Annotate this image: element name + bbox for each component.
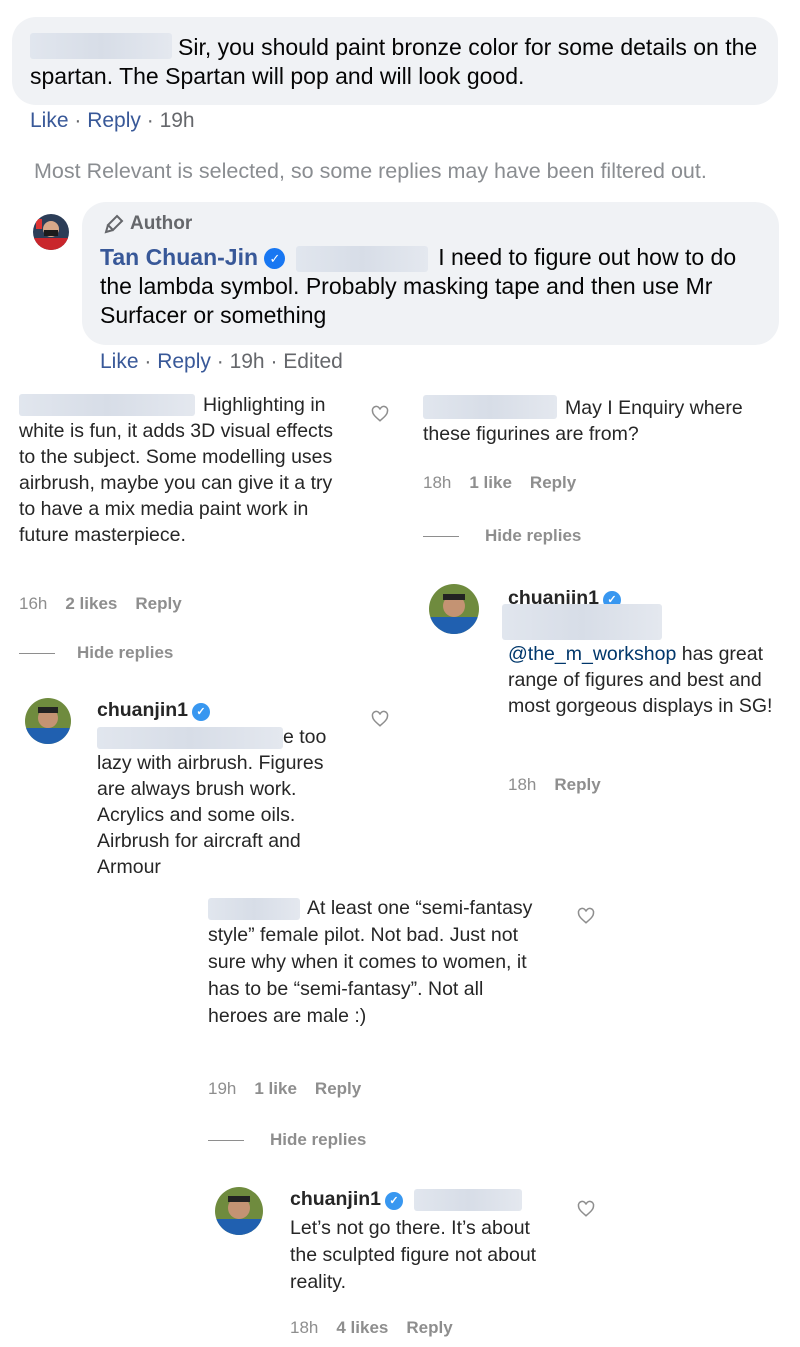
fb-author-reply-bubble: Author Tan Chuan-Jin ✓ I need to figure … — [82, 202, 779, 345]
redacted-mention — [502, 604, 662, 640]
redacted-mention — [97, 726, 283, 749]
separator: · — [270, 350, 284, 373]
reply-button[interactable]: Reply — [554, 775, 600, 795]
verified-badge-icon: ✓ — [264, 248, 286, 269]
avatar-photo-icon — [33, 214, 69, 250]
redacted-name — [295, 245, 428, 272]
ig-right-reply-meta: 18h Reply — [508, 775, 601, 795]
hide-replies-button[interactable]: Hide replies — [208, 1130, 366, 1150]
like-link[interactable]: Like — [100, 350, 139, 373]
redacted-name — [208, 898, 300, 920]
divider-line — [423, 535, 459, 537]
separator: · — [144, 350, 158, 373]
heart-icon[interactable] — [577, 907, 595, 925]
like-link[interactable]: Like — [30, 109, 69, 132]
ig-left-reply-text: lazy with airbrush. Figures are always b… — [97, 752, 324, 878]
reply-link[interactable]: Reply — [87, 109, 141, 132]
heart-icon[interactable] — [371, 405, 389, 423]
ig-bottom-reply-meta: 18h 4 likes Reply — [290, 1318, 453, 1338]
avatar-photo-icon — [429, 584, 479, 634]
avatar[interactable] — [33, 214, 69, 250]
avatar[interactable] — [215, 1187, 263, 1235]
comment-time: 19h — [159, 109, 195, 132]
ig-bottom-reply-text: Let’s not go there. It’s about the sculp… — [290, 1217, 537, 1293]
comment-time: 18h — [423, 473, 452, 492]
ig-bottom-comment-meta: 19h 1 like Reply — [208, 1079, 361, 1099]
likes-count[interactable]: 2 likes — [65, 594, 117, 614]
hide-replies-button[interactable]: Hide replies — [19, 643, 173, 663]
comment-time: 18h — [508, 775, 537, 794]
ig-left-comment-meta: 16h 2 likes Reply — [19, 594, 182, 614]
username[interactable]: chuanjin1 — [97, 699, 188, 721]
reply-button[interactable]: Reply — [406, 1318, 452, 1338]
separator: · — [74, 109, 88, 132]
fb-author-reply-body: Tan Chuan-Jin ✓ I need to figure out how… — [100, 243, 760, 330]
fb-top-comment-bubble: Sir, you should paint bronze color for s… — [12, 17, 778, 105]
avatar[interactable] — [25, 698, 71, 744]
reply-button[interactable]: Reply — [135, 594, 181, 614]
ig-bottom-reply-user[interactable]: chuanjin1 ✓ — [290, 1188, 523, 1211]
verified-badge-icon: ✓ — [385, 1191, 404, 1210]
avatar-photo-icon — [25, 698, 71, 744]
ig-right-reply-body: @the_m_workshop has great range of figur… — [508, 641, 783, 719]
divider-line — [208, 1139, 244, 1141]
divider-line — [19, 652, 55, 654]
comment-time: 19h — [208, 1079, 237, 1098]
separator: · — [146, 109, 160, 132]
microphone-icon — [104, 214, 124, 234]
commenter-name[interactable]: Tan Chuan-Jin — [100, 244, 258, 270]
ig-left-comment-body: Highlighting in white is fun, it adds 3D… — [19, 392, 349, 548]
likes-count[interactable]: 4 likes — [336, 1318, 388, 1338]
ig-left-reply-text-end: e too — [283, 726, 327, 748]
fb-top-comment-body: Sir, you should paint bronze color for s… — [30, 33, 760, 91]
ig-left-reply-user[interactable]: chuanjin1 ✓ — [97, 699, 211, 722]
separator: · — [216, 350, 230, 373]
likes-count[interactable]: 1 like — [254, 1079, 297, 1099]
likes-count[interactable]: 1 like — [469, 473, 512, 493]
hide-replies-button[interactable]: Hide replies — [423, 526, 581, 546]
comment-time: 16h — [19, 594, 48, 613]
heart-icon[interactable] — [577, 1200, 595, 1218]
comment-time: 19h — [229, 350, 265, 373]
avatar-photo-icon — [215, 1187, 263, 1235]
hide-replies-label: Hide replies — [485, 526, 582, 545]
redacted-mention — [414, 1188, 523, 1211]
mention-link[interactable]: @the_m_workshop — [508, 643, 676, 665]
reply-button[interactable]: Reply — [315, 1079, 361, 1099]
redacted-name — [30, 33, 172, 59]
ig-left-reply-first-line: e too — [97, 724, 326, 750]
author-badge: Author — [104, 213, 192, 235]
ig-right-comment-meta: 18h 1 like Reply — [423, 473, 576, 493]
ig-bottom-comment-body: At least one “semi-fantasy style” female… — [208, 895, 548, 1030]
reply-button[interactable]: Reply — [530, 473, 576, 493]
avatar[interactable] — [429, 584, 479, 634]
heart-icon[interactable] — [371, 710, 389, 728]
ig-right-comment-body: May I Enquiry where these figurines are … — [423, 395, 783, 447]
redacted-name — [423, 395, 557, 419]
edited-label: Edited — [283, 350, 343, 373]
comment-time: 18h — [290, 1318, 319, 1337]
hide-replies-label: Hide replies — [270, 1130, 367, 1149]
reply-link[interactable]: Reply — [157, 350, 211, 373]
hide-replies-label: Hide replies — [77, 643, 174, 662]
author-badge-label: Author — [130, 213, 193, 234]
fb-author-reply-actions: Like · Reply · 19h · Edited — [100, 350, 343, 374]
username[interactable]: chuanjin1 — [290, 1188, 381, 1210]
redacted-name — [19, 394, 195, 416]
verified-badge-icon: ✓ — [192, 702, 211, 721]
ig-left-comment-text: Highlighting in white is fun, it adds 3D… — [19, 394, 333, 546]
fb-top-comment-actions: Like · Reply · 19h — [30, 109, 195, 133]
filter-note: Most Relevant is selected, so some repli… — [34, 159, 707, 183]
